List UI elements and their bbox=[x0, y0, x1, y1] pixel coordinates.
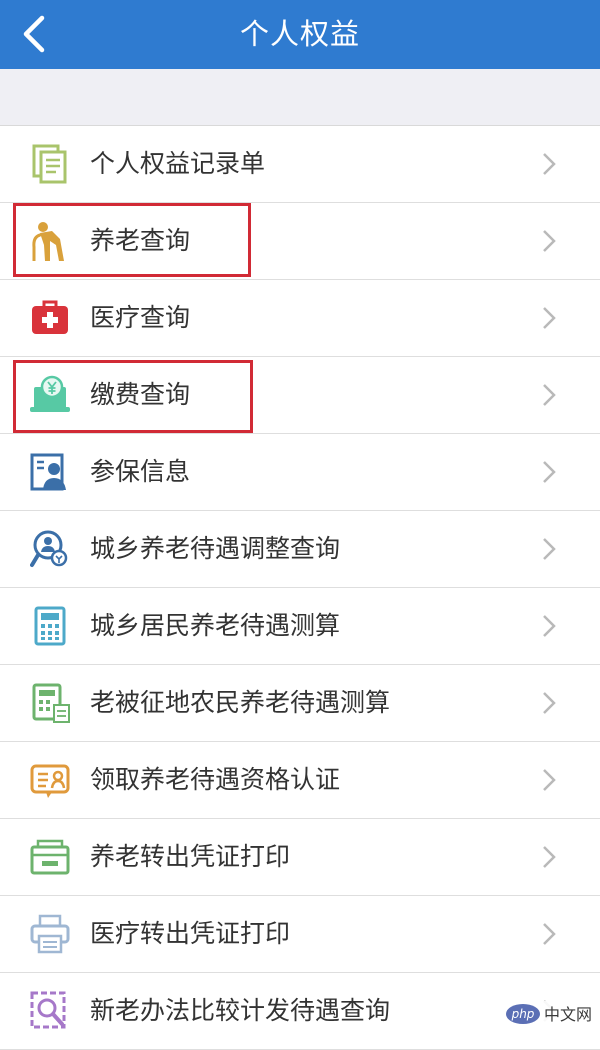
calculator-icon bbox=[30, 606, 70, 646]
menu-item-label: 老被征地农民养老待遇测算 bbox=[90, 665, 390, 741]
menu-item-pension-query[interactable]: 养老查询 bbox=[0, 203, 600, 280]
watermark-text: 中文网 bbox=[544, 1003, 592, 1027]
section-spacer bbox=[0, 69, 600, 126]
menu-item-label: 参保信息 bbox=[90, 434, 190, 510]
menu-item-landless-farmer-pension-calc[interactable]: 老被征地农民养老待遇测算 bbox=[0, 665, 600, 742]
menu-item-rights-record[interactable]: 个人权益记录单 bbox=[0, 126, 600, 203]
menu-item-label: 城乡居民养老待遇测算 bbox=[90, 588, 340, 664]
chevron-right-icon bbox=[542, 152, 556, 176]
menu-item-label: 医疗查询 bbox=[90, 280, 190, 356]
calculator-table-icon bbox=[30, 683, 70, 723]
card-reader-icon bbox=[30, 837, 70, 877]
printer-icon bbox=[30, 914, 70, 954]
app-header: 个人权益 bbox=[0, 0, 600, 69]
menu-list: 个人权益记录单 养老查询 医疗查询 bbox=[0, 126, 600, 1050]
chevron-right-icon bbox=[542, 383, 556, 407]
compare-search-icon bbox=[30, 991, 70, 1031]
menu-item-payment-query[interactable]: 缴费查询 bbox=[0, 357, 600, 434]
site-watermark: php 中文网 bbox=[502, 1001, 594, 1029]
chevron-right-icon bbox=[542, 229, 556, 253]
person-card-icon bbox=[30, 452, 70, 492]
menu-item-pension-adjustment[interactable]: 城乡养老待遇调整查询 bbox=[0, 511, 600, 588]
chevron-right-icon bbox=[542, 306, 556, 330]
page-title: 个人权益 bbox=[0, 0, 600, 69]
menu-item-label: 养老转出凭证打印 bbox=[90, 819, 290, 895]
menu-item-medical-transfer-print[interactable]: 医疗转出凭证打印 bbox=[0, 896, 600, 973]
search-person-icon bbox=[30, 529, 70, 569]
menu-item-medical-query[interactable]: 医疗查询 bbox=[0, 280, 600, 357]
menu-item-label: 领取养老待遇资格认证 bbox=[90, 742, 340, 818]
chevron-right-icon bbox=[542, 537, 556, 561]
chevron-right-icon bbox=[542, 845, 556, 869]
elderly-person-icon bbox=[30, 221, 70, 261]
chevron-right-icon bbox=[542, 460, 556, 484]
yuan-payment-icon bbox=[30, 375, 70, 415]
chevron-right-icon bbox=[542, 614, 556, 638]
menu-item-label: 城乡养老待遇调整查询 bbox=[90, 511, 340, 587]
menu-item-pension-transfer-print[interactable]: 养老转出凭证打印 bbox=[0, 819, 600, 896]
chevron-right-icon bbox=[542, 691, 556, 715]
menu-item-label: 个人权益记录单 bbox=[90, 126, 265, 202]
document-list-icon bbox=[30, 144, 70, 184]
chevron-right-icon bbox=[542, 922, 556, 946]
menu-item-label: 缴费查询 bbox=[90, 357, 190, 433]
menu-item-insurance-info[interactable]: 参保信息 bbox=[0, 434, 600, 511]
watermark-logo: php bbox=[506, 1004, 540, 1024]
menu-item-resident-pension-calc[interactable]: 城乡居民养老待遇测算 bbox=[0, 588, 600, 665]
menu-item-pension-eligibility-auth[interactable]: 领取养老待遇资格认证 bbox=[0, 742, 600, 819]
menu-item-label: 医疗转出凭证打印 bbox=[90, 896, 290, 972]
menu-item-label: 养老查询 bbox=[90, 203, 190, 279]
medical-kit-icon bbox=[30, 298, 70, 338]
menu-item-label: 新老办法比较计发待遇查询 bbox=[90, 973, 390, 1049]
id-card-icon bbox=[30, 760, 70, 800]
chevron-right-icon bbox=[542, 768, 556, 792]
